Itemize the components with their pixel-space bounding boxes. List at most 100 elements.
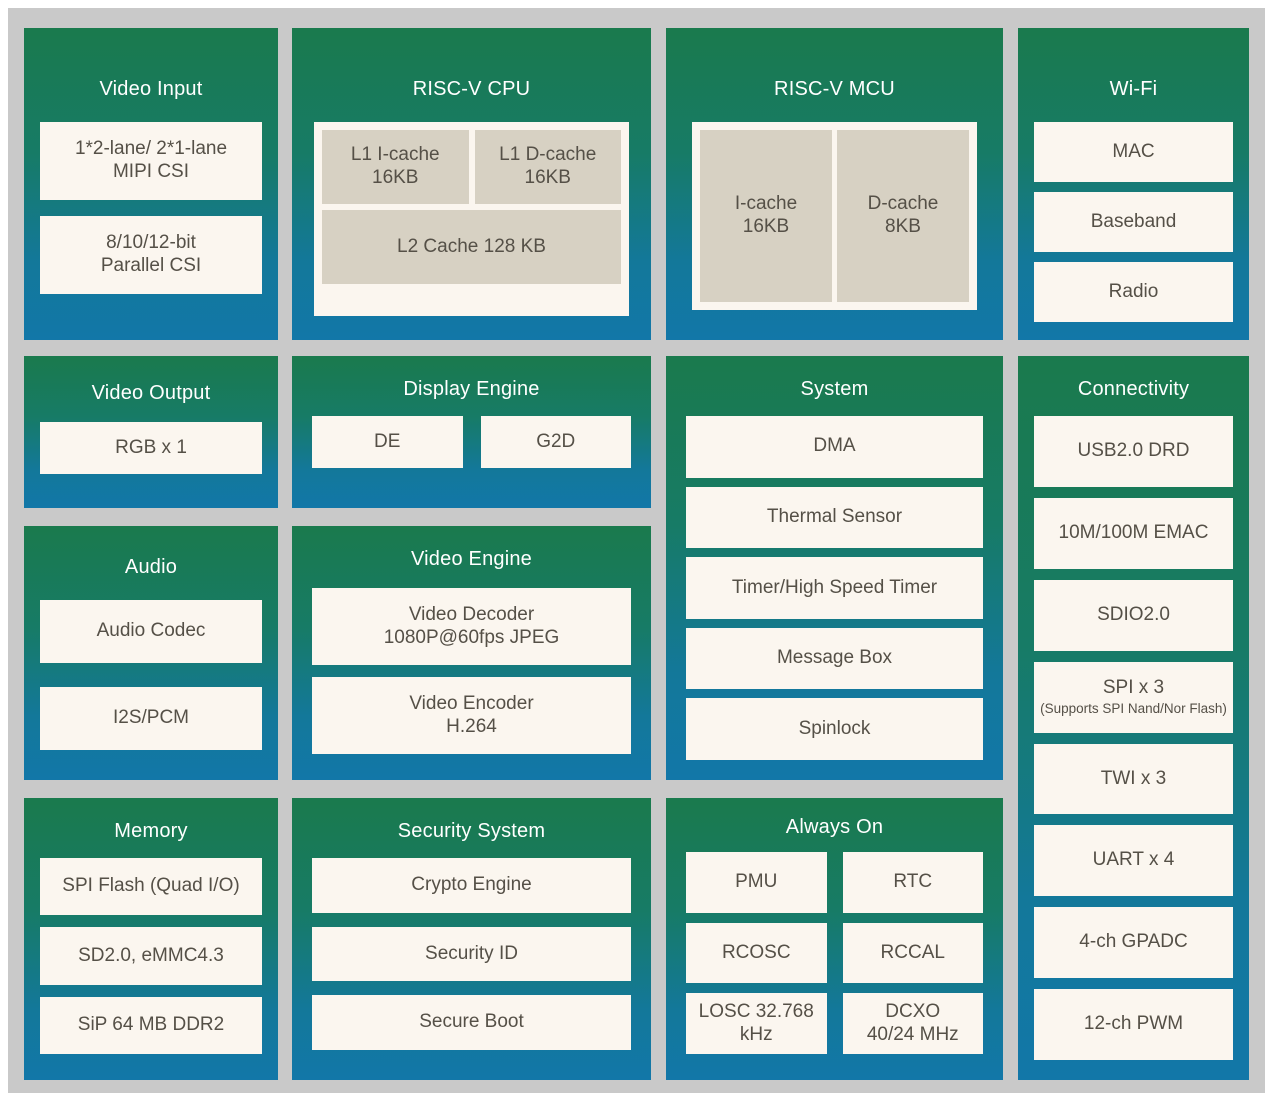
tile-timer[interactable]: Timer/High Speed Timer <box>686 557 983 619</box>
cache-label-line2: 16KB <box>372 167 419 188</box>
tile-list: MAC Baseband Radio <box>1034 122 1233 322</box>
cache-l1-icache[interactable]: L1 I-cache 16KB <box>322 130 469 204</box>
tile-baseband[interactable]: Baseband <box>1034 192 1233 252</box>
tile-dcxo[interactable]: DCXO 40/24 MHz <box>842 993 983 1055</box>
tile-label-line1: Baseband <box>1090 210 1177 232</box>
tile-row: LOSC 32.768 kHz DCXO 40/24 MHz <box>686 993 983 1055</box>
tile-rgb[interactable]: RGB x 1 <box>40 422 262 474</box>
tile-rccal[interactable]: RCCAL <box>842 922 983 984</box>
block-connectivity[interactable]: Connectivity USB2.0 DRD 10M/100M EMAC SD… <box>1018 356 1249 1080</box>
tile-g2d[interactable]: G2D <box>480 416 631 468</box>
tile-video-decoder[interactable]: Video Decoder 1080P@60fps JPEG <box>312 588 631 665</box>
tile-label-line1: 1*2-lane/ 2*1-lane <box>74 138 228 160</box>
tile-security-id[interactable]: Security ID <box>312 926 631 982</box>
tile-spinlock[interactable]: Spinlock <box>686 698 983 760</box>
mcu-cache-panel: I-cache 16KB D-cache 8KB <box>692 122 977 310</box>
cache-l1-dcache[interactable]: L1 D-cache 16KB <box>474 130 621 204</box>
tile-label-line1: 10M/100M EMAC <box>1058 521 1209 543</box>
tile-message-box[interactable]: Message Box <box>686 627 983 690</box>
cache-icache[interactable]: I-cache 16KB <box>700 130 832 302</box>
tile-label-line1: 8/10/12-bit <box>106 232 196 254</box>
tile-spi-flash[interactable]: SPI Flash (Quad I/O) <box>40 858 262 916</box>
tile-emac[interactable]: 10M/100M EMAC <box>1034 497 1233 569</box>
block-title: Video Output <box>91 382 211 404</box>
block-wifi[interactable]: Wi-Fi MAC Baseband Radio <box>1018 28 1249 340</box>
tile-label-line1: G2D <box>536 430 576 452</box>
tile-gpadc[interactable]: 4-ch GPADC <box>1034 907 1233 979</box>
tile-video-encoder[interactable]: Video Encoder H.264 <box>312 677 631 754</box>
tile-pmu[interactable]: PMU <box>686 852 827 913</box>
tile-list: RGB x 1 <box>40 422 262 486</box>
block-system[interactable]: System DMA Thermal Sensor Timer/High Spe… <box>666 356 1003 780</box>
tile-label-line1: RTC <box>893 870 933 892</box>
block-video-output[interactable]: Video Output RGB x 1 <box>24 356 278 508</box>
tile-label-line1: Radio <box>1108 280 1159 302</box>
tile-label-line2: Parallel CSI <box>100 255 202 276</box>
block-riscv-mcu[interactable]: RISC-V MCU I-cache 16KB D-cache 8KB <box>666 28 1003 340</box>
tile-label-line1: RCCAL <box>880 941 945 963</box>
tile-sdio[interactable]: SDIO2.0 <box>1034 579 1233 651</box>
tile-label-line1: Crypto Engine <box>411 873 532 895</box>
block-always-on[interactable]: Always On PMU RTC RCOSC RCCAL LOSC 32.76… <box>666 798 1003 1080</box>
cache-l2[interactable]: L2 Cache 128 KB <box>322 210 621 284</box>
cache-label-line1: I-cache <box>734 193 798 215</box>
tile-twi[interactable]: TWI x 3 <box>1034 743 1233 815</box>
block-title: Video Engine <box>410 548 533 570</box>
tile-list: Audio Codec I2S/PCM <box>40 600 262 750</box>
block-title: Always On <box>785 816 884 838</box>
block-riscv-cpu[interactable]: RISC-V CPU L1 I-cache 16KB L1 D-cache 16… <box>292 28 651 340</box>
tile-audio-codec[interactable]: Audio Codec <box>40 600 262 663</box>
tile-label-line1: RCOSC <box>721 941 791 963</box>
tile-label-line1: I2S/PCM <box>112 707 190 729</box>
tile-label-line1: SPI Flash (Quad I/O) <box>62 875 240 897</box>
block-display-engine[interactable]: Display Engine DE G2D <box>292 356 651 508</box>
tile-label-line1: MAC <box>1112 140 1155 162</box>
tile-radio[interactable]: Radio <box>1034 262 1233 322</box>
tile-secure-boot[interactable]: Secure Boot <box>312 995 631 1051</box>
tile-label-line1: SDIO2.0 <box>1097 603 1170 625</box>
tile-pwm[interactable]: 12-ch PWM <box>1034 989 1233 1060</box>
tile-mipi-csi[interactable]: 1*2-lane/ 2*1-lane MIPI CSI <box>40 122 262 200</box>
tile-rtc[interactable]: RTC <box>842 852 983 913</box>
tile-label-line1: DE <box>374 430 401 452</box>
tile-de[interactable]: DE <box>312 416 463 468</box>
tile-label-line1: TWI x 3 <box>1100 767 1167 789</box>
block-security-system[interactable]: Security System Crypto Engine Security I… <box>292 798 651 1080</box>
tile-label-line1: Secure Boot <box>419 1011 524 1033</box>
tile-row: PMU RTC <box>686 852 983 913</box>
block-video-engine[interactable]: Video Engine Video Decoder 1080P@60fps J… <box>292 526 651 780</box>
block-title: Video Input <box>99 78 203 100</box>
block-memory[interactable]: Memory SPI Flash (Quad I/O) SD2.0, eMMC4… <box>24 798 278 1080</box>
tile-i2s-pcm[interactable]: I2S/PCM <box>40 687 262 750</box>
tile-usb[interactable]: USB2.0 DRD <box>1034 416 1233 487</box>
tile-label-line1: Video Decoder <box>408 603 535 625</box>
block-video-input[interactable]: Video Input 1*2-lane/ 2*1-lane MIPI CSI … <box>24 28 278 340</box>
tile-label-line1: LOSC 32.768 <box>698 1000 814 1022</box>
block-audio[interactable]: Audio Audio Codec I2S/PCM <box>24 526 278 780</box>
tile-label-line1: DCXO <box>885 1000 941 1022</box>
tile-thermal-sensor[interactable]: Thermal Sensor <box>686 486 983 549</box>
tile-list: 1*2-lane/ 2*1-lane MIPI CSI 8/10/12-bit … <box>40 122 262 322</box>
tile-label-line1: SPI x 3 <box>1102 677 1165 699</box>
cache-dcache[interactable]: D-cache 8KB <box>837 130 969 302</box>
tile-spi[interactable]: SPI x 3 (Supports SPI Nand/Nor Flash) <box>1034 661 1233 733</box>
tile-crypto-engine[interactable]: Crypto Engine <box>312 858 631 913</box>
tile-parallel-csi[interactable]: 8/10/12-bit Parallel CSI <box>40 216 262 294</box>
tile-losc[interactable]: LOSC 32.768 kHz <box>686 993 827 1055</box>
tile-mac[interactable]: MAC <box>1034 122 1233 182</box>
block-title: Wi-Fi <box>1109 78 1158 100</box>
tile-label-line1: UART x 4 <box>1092 849 1175 871</box>
tile-sip-ddr2[interactable]: SiP 64 MB DDR2 <box>40 996 262 1054</box>
tile-dma[interactable]: DMA <box>686 416 983 478</box>
block-title: Display Engine <box>403 378 540 400</box>
block-title: RISC-V MCU <box>774 78 895 100</box>
tile-sd-emmc[interactable]: SD2.0, eMMC4.3 <box>40 927 262 985</box>
tile-label-line1: Video Encoder <box>409 692 534 714</box>
tile-uart[interactable]: UART x 4 <box>1034 825 1233 897</box>
cache-label-line1: L1 I-cache <box>350 144 440 166</box>
soc-block-diagram: Video Input 1*2-lane/ 2*1-lane MIPI CSI … <box>8 8 1265 1093</box>
l1-cache-row: L1 I-cache 16KB L1 D-cache 16KB <box>322 130 621 204</box>
cache-label-line1: L2 Cache 128 KB <box>397 235 546 257</box>
tile-rcosc[interactable]: RCOSC <box>686 922 827 984</box>
tile-label-line1: Message Box <box>776 647 893 669</box>
